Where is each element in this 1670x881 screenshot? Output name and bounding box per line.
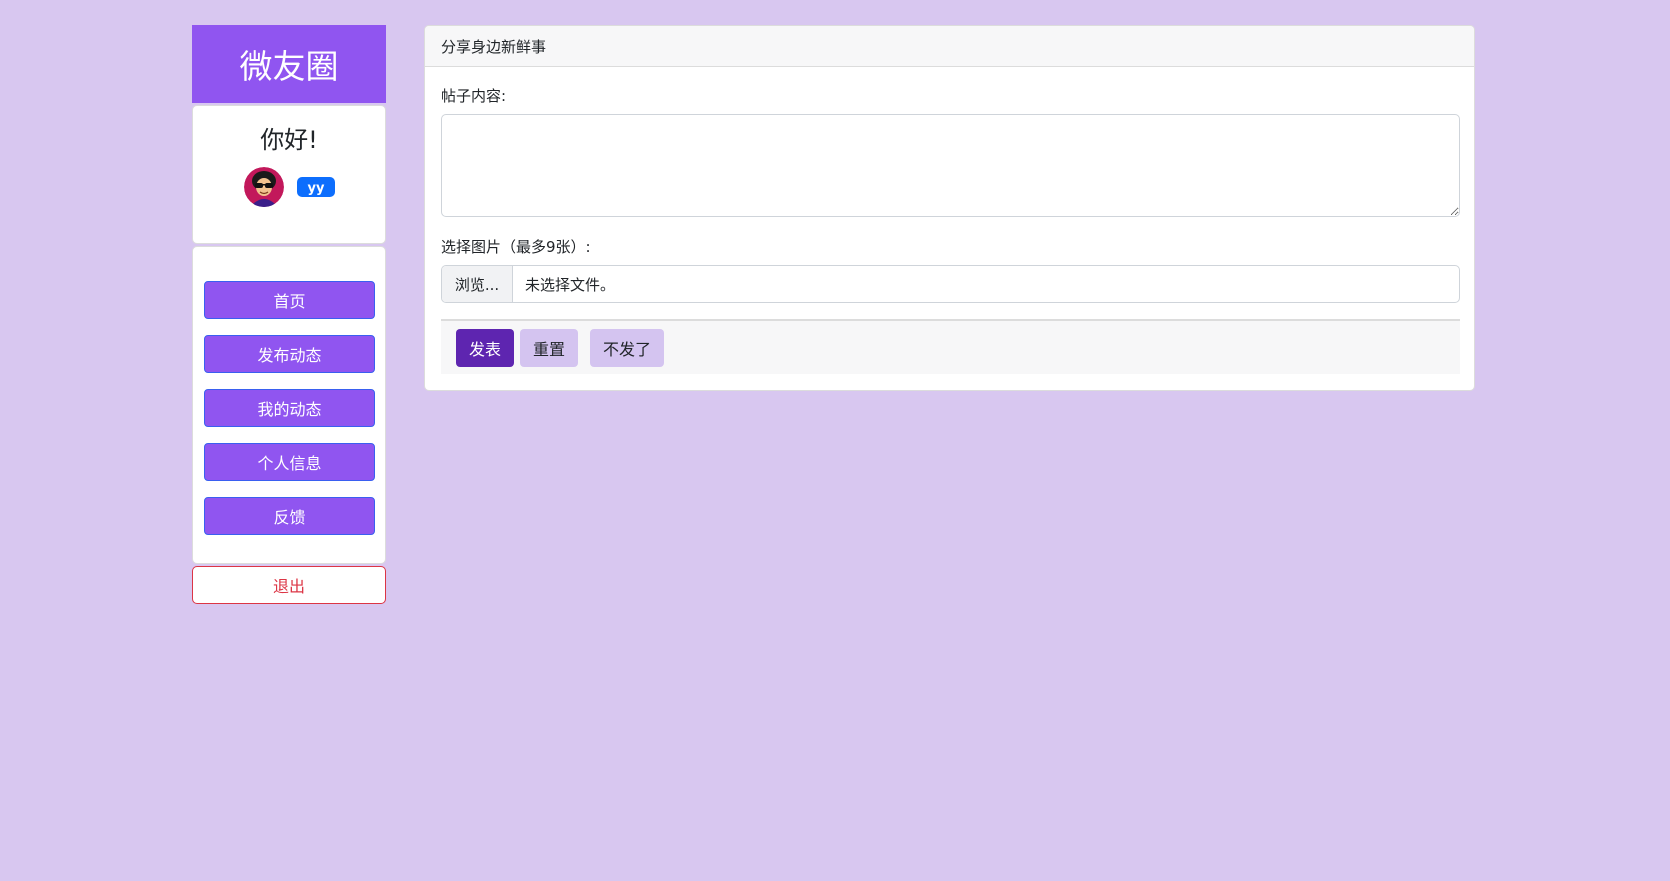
user-greeting-card: 你好! yy	[192, 105, 386, 244]
content-label: 帖子内容:	[441, 87, 507, 105]
greeting-text: 你好!	[260, 126, 318, 154]
reset-button[interactable]: 重置	[520, 329, 578, 367]
nav-my-posts-button[interactable]: 我的动态	[204, 389, 375, 427]
nav-profile-button[interactable]: 个人信息	[204, 443, 375, 481]
image-file-input[interactable]: 浏览... 未选择文件。	[441, 265, 1460, 303]
content-textarea[interactable]	[441, 114, 1460, 217]
nav-home-button[interactable]: 首页	[204, 281, 375, 319]
form-actions: 发表 重置 不发了	[441, 319, 1460, 374]
post-form-header: 分享身边新鲜事	[425, 26, 1474, 67]
nav-post-button[interactable]: 发布动态	[204, 335, 375, 373]
sidebar-nav: 首页 发布动态 我的动态 个人信息 反馈	[192, 246, 386, 564]
post-form-card: 分享身边新鲜事 帖子内容: 选择图片（最多9张）: 浏览... 未选择文件。 发…	[424, 25, 1475, 391]
file-status-text: 未选择文件。	[525, 275, 616, 294]
post-form-title: 分享身边新鲜事	[441, 37, 547, 56]
browse-button[interactable]: 浏览...	[442, 266, 513, 302]
image-label: 选择图片（最多9张）:	[441, 238, 591, 256]
publish-button[interactable]: 发表	[456, 329, 514, 367]
nav-feedback-button[interactable]: 反馈	[204, 497, 375, 535]
user-avatar-icon	[244, 167, 284, 207]
username-badge[interactable]: yy	[297, 177, 335, 197]
site-brand: 微友圈	[192, 25, 386, 103]
logout-button[interactable]: 退出	[192, 566, 386, 604]
brand-title: 微友圈	[239, 47, 339, 86]
cancel-button[interactable]: 不发了	[590, 329, 664, 367]
